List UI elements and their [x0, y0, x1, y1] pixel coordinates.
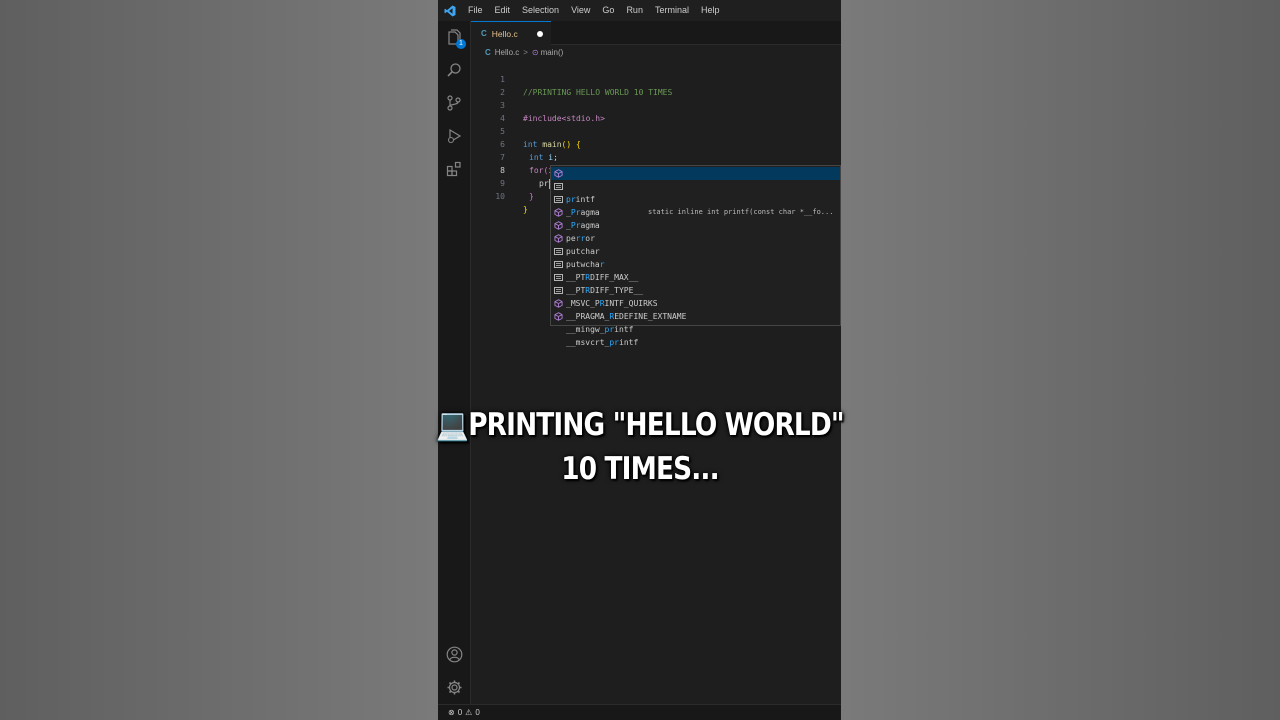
explorer-badge: 1 — [456, 39, 466, 49]
code-close-brace: } — [529, 192, 534, 201]
caption-line-1: 💻PRINTING "HELLO WORLD" — [96, 403, 1184, 447]
function-symbol-icon: ⊙ — [531, 48, 539, 57]
vscode-window: File Edit Selection View Go Run Terminal… — [438, 0, 841, 720]
method-icon — [554, 221, 563, 230]
suggestion-item[interactable]: __PRAGMA_REDEFINE_EXTNAME — [551, 284, 840, 321]
method-icon — [554, 169, 563, 178]
activity-bar: 1 — [438, 21, 471, 704]
method-icon — [554, 234, 563, 243]
method-icon — [554, 299, 563, 308]
video-background-right — [841, 0, 1280, 720]
account-icon[interactable] — [444, 644, 464, 664]
code-line: 4 — [471, 99, 841, 123]
extensions-icon[interactable] — [444, 159, 464, 179]
keyword-icon — [554, 273, 563, 282]
source-control-icon[interactable] — [444, 93, 464, 113]
suggestion-rest: intf — [614, 325, 634, 334]
menu-selection[interactable]: Selection — [516, 0, 565, 21]
code-editor[interactable]: 1 //PRINTING HELLO WORLD 10 TIMES 2 3 #i… — [471, 60, 841, 704]
status-bar: ⊗ 0 ⚠ 0 — [438, 704, 841, 720]
suggestion-item[interactable]: __msvcrt_printf — [551, 310, 840, 347]
caption-line-2: 10 TIMES... — [561, 451, 719, 487]
explorer-icon[interactable]: 1 — [444, 27, 466, 49]
keyword-icon — [554, 182, 563, 191]
code-line: 5 int main() { — [471, 112, 841, 149]
method-icon — [554, 208, 563, 217]
suggestion-item[interactable]: _MSVC_PRINTF_QUIRKS — [551, 271, 840, 308]
caption-text: PRINTING "HELLO WORLD" — [468, 407, 844, 443]
suggestion-item[interactable]: putchar — [551, 219, 840, 256]
suggestion-item[interactable]: perror — [551, 206, 840, 243]
menu-file[interactable]: File — [462, 0, 489, 21]
suggestion-item[interactable]: __PTRDIFF_MAX__ — [551, 245, 840, 282]
keyword-icon — [554, 247, 563, 256]
line-number: 10 — [495, 192, 505, 201]
editor-tabs: C Hello.c — [471, 21, 841, 45]
tab-label: Hello.c — [491, 28, 518, 39]
suggestion-label: __msvcrt_printf — [566, 336, 638, 349]
error-icon[interactable]: ⊗ — [448, 708, 455, 717]
keyword-icon — [554, 260, 563, 269]
c-file-icon: C — [481, 29, 487, 38]
vscode-logo-icon — [438, 0, 462, 21]
code-line-active: 8 pr — [471, 151, 841, 189]
suggestion-item[interactable]: putwchar — [551, 232, 840, 269]
suggestion-match: pr — [609, 338, 619, 347]
breadcrumb-separator: > — [523, 48, 528, 57]
suggestion-rest: intf — [619, 338, 639, 347]
video-background-left — [0, 0, 438, 720]
suggestion-item[interactable]: _Pragma — [551, 180, 840, 217]
menu-terminal[interactable]: Terminal — [649, 0, 695, 21]
keyword-icon — [554, 195, 563, 204]
menu-help[interactable]: Help — [695, 0, 726, 21]
run-debug-icon[interactable] — [444, 126, 464, 146]
title-bar: File Edit Selection View Go Run Terminal… — [438, 0, 841, 21]
c-file-icon: C — [485, 48, 491, 57]
suggestion-prefix: __msvcrt_ — [566, 338, 610, 347]
suggestion-item[interactable]: printf static inline int printf(const ch… — [551, 167, 840, 216]
suggestion-widget: printf static inline int printf(const ch… — [550, 165, 841, 347]
search-icon[interactable] — [444, 60, 464, 80]
suggestion-item[interactable]: __PTRDIFF_TYPE__ — [551, 258, 840, 295]
menu-view[interactable]: View — [565, 0, 596, 21]
breadcrumb: C Hello.c > ⊙ main() — [471, 45, 841, 60]
suggestion-item[interactable]: _Pragma — [551, 193, 840, 230]
code-line: 3 #include<stdio.h> — [471, 86, 841, 123]
keyword-icon — [554, 286, 563, 295]
menu-go[interactable]: Go — [596, 0, 620, 21]
video-caption: 💻PRINTING "HELLO WORLD" 10 TIMES... — [96, 403, 1184, 491]
warning-icon[interactable]: ⚠ — [465, 708, 472, 717]
code-line: 6 int i; — [471, 125, 841, 162]
error-count[interactable]: 0 — [458, 708, 462, 717]
menu-run[interactable]: Run — [620, 0, 649, 21]
warning-count[interactable]: 0 — [475, 708, 479, 717]
suggestion-item[interactable]: __mingw_printf — [551, 297, 840, 334]
breadcrumb-file[interactable]: Hello.c — [495, 48, 519, 57]
code-line: 7 for(i = 0; i < 10; i++) { — [471, 138, 841, 175]
menu-bar: File Edit Selection View Go Run Terminal… — [462, 0, 725, 21]
breadcrumb-symbol[interactable]: main() — [541, 48, 564, 57]
code-line: 2 — [471, 73, 841, 97]
laptop-emoji-icon: 💻 — [436, 407, 469, 443]
suggestion-match: pr — [604, 325, 615, 334]
code-close-brace: } — [523, 205, 528, 214]
menu-edit[interactable]: Edit — [489, 0, 517, 21]
method-icon — [554, 312, 563, 321]
tab-hello-c[interactable]: C Hello.c — [471, 21, 551, 45]
code-line: 1 //PRINTING HELLO WORLD 10 TIMES — [471, 60, 841, 97]
settings-gear-icon[interactable] — [444, 677, 464, 697]
unsaved-dot-icon[interactable] — [537, 31, 543, 37]
